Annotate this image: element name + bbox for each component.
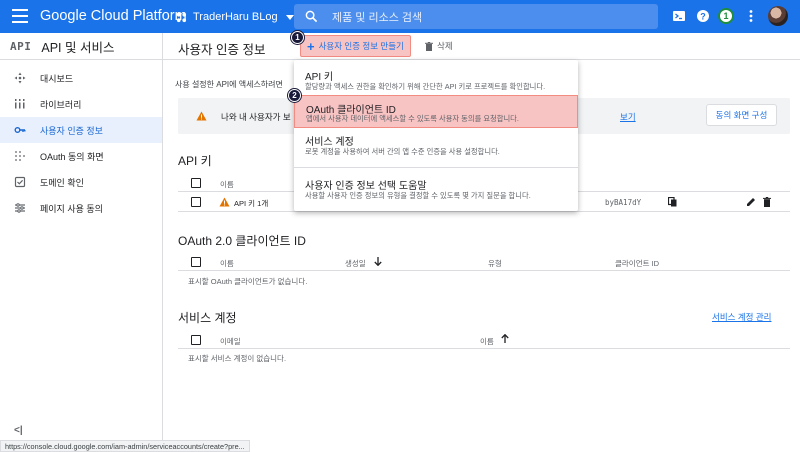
- chevron-down-icon: [285, 14, 294, 20]
- menu-item-api-key[interactable]: API 키 할당량과 액세스 권한을 확인하기 위해 간단한 API 키로 프로…: [294, 60, 578, 95]
- page-usage-icon: [15, 203, 25, 213]
- configure-consent-button[interactable]: 동의 화면 구성: [706, 104, 777, 126]
- row-checkbox[interactable]: [191, 197, 201, 207]
- sidebar-item-domain-verification[interactable]: 도메인 확인: [0, 169, 162, 195]
- menu-item-title: API 키: [305, 72, 334, 83]
- intro-text: 사용 설정한 API에 액세스하려면: [175, 80, 283, 89]
- library-icon: [15, 99, 25, 109]
- cloud-shell-icon[interactable]: [672, 9, 686, 23]
- notice-link[interactable]: 보기: [620, 111, 636, 123]
- create-credentials-menu: API 키 할당량과 액세스 권한을 확인하기 위해 간단한 API 키로 프로…: [294, 60, 578, 211]
- sidebar-title: API 및 서비스: [41, 40, 115, 55]
- project-name: TraderHaru BLog: [193, 11, 278, 23]
- dashboard-icon: [14, 72, 26, 84]
- menu-item-desc: 로봇 계정을 사용하여 서버 간의 앱 수준 인증을 사용 설정합니다.: [305, 147, 500, 156]
- service-accounts-empty-text: 표시할 서비스 계정이 없습니다.: [188, 354, 287, 363]
- domain-check-icon: [14, 176, 26, 188]
- step-marker-2: 2: [288, 89, 301, 102]
- plus-icon: +: [307, 38, 315, 54]
- oauth-empty-text: 표시할 OAuth 클라이언트가 없습니다.: [188, 277, 308, 286]
- create-credentials-button[interactable]: + 사용자 인증 정보 만들기: [300, 35, 411, 57]
- select-all-checkbox[interactable]: [191, 178, 201, 188]
- oauth-consent-icon: [15, 151, 25, 161]
- oauth-table-header: 이름 생성일 유형 클라이언트 ID: [178, 253, 790, 271]
- select-all-checkbox[interactable]: [191, 335, 201, 345]
- brand-title[interactable]: Google Cloud Platform: [40, 8, 187, 24]
- sidebar-item-page-usage[interactable]: 페이지 사용 동의: [0, 195, 162, 221]
- sidebar-item-label: 라이브러리: [40, 99, 82, 110]
- search-placeholder: 제품 및 리소스 검색: [332, 11, 423, 24]
- service-accounts-title: 서비스 계정: [178, 311, 237, 325]
- column-header-created[interactable]: 생성일: [345, 258, 366, 269]
- create-credentials-label: 사용자 인증 정보 만들기: [318, 41, 404, 51]
- sidebar-item-label: 대시보드: [40, 73, 74, 84]
- search-input[interactable]: 제품 및 리소스 검색: [294, 4, 658, 29]
- menu-item-oauth-client-id[interactable]: OAuth 클라이언트 ID 앱에서 사용자 데이터에 액세스할 수 있도록 사…: [294, 95, 578, 128]
- step-marker-1: 1: [291, 31, 304, 44]
- delete-label: 삭제: [437, 41, 453, 51]
- api-key-value: byBA17dY: [605, 198, 642, 207]
- menu-divider: [294, 167, 578, 168]
- select-all-checkbox[interactable]: [191, 257, 201, 267]
- search-icon: [305, 10, 318, 23]
- project-selector[interactable]: TraderHaru BLog: [176, 7, 294, 27]
- menu-item-desc: 사용할 사용자 인증 정보의 유형을 결정할 수 있도록 몇 가지 질문을 합니…: [305, 191, 531, 200]
- project-icon: [176, 12, 187, 22]
- sidebar: API API 및 서비스 대시보드 라이브러리 사용자 인증 정보 OAuth…: [0, 33, 163, 452]
- page-title: 사용자 인증 정보: [178, 43, 266, 57]
- menu-item-desc: 앱에서 사용자 데이터에 액세스할 수 있도록 사용자 동의를 요청합니다.: [306, 114, 519, 123]
- menu-item-title: 사용자 인증 정보 선택 도움말: [305, 181, 427, 192]
- oauth-title: OAuth 2.0 클라이언트 ID: [178, 234, 306, 248]
- menu-item-help-me-choose[interactable]: 사용자 인증 정보 선택 도움말 사용할 사용자 인증 정보의 유형을 결정할 …: [294, 170, 578, 208]
- sidebar-item-label: 사용자 인증 정보: [40, 125, 103, 136]
- sidebar-item-dashboard[interactable]: 대시보드: [0, 65, 162, 91]
- key-icon: [14, 127, 26, 133]
- sidebar-header: API API 및 서비스: [0, 33, 162, 60]
- trash-icon: [425, 41, 433, 51]
- trash-icon[interactable]: [763, 197, 771, 207]
- edit-icon[interactable]: [746, 197, 756, 207]
- column-header-name: 이름: [220, 180, 234, 189]
- notification-badge[interactable]: 1: [718, 8, 734, 24]
- svg-text:?: ?: [700, 12, 706, 22]
- api-keys-title: API 키: [178, 154, 212, 168]
- api-key-name[interactable]: API 키 1개: [234, 198, 268, 209]
- collapse-sidebar-icon[interactable]: <|: [14, 425, 23, 436]
- menu-item-title: 서비스 계정: [305, 137, 354, 148]
- sidebar-item-credentials[interactable]: 사용자 인증 정보: [0, 117, 162, 143]
- arrow-down-icon[interactable]: [374, 257, 382, 266]
- delete-button[interactable]: 삭제: [425, 40, 453, 52]
- column-header-email: 이메일: [220, 337, 241, 346]
- top-app-bar: Google Cloud Platform TraderHaru BLog 제품…: [0, 0, 800, 33]
- menu-item-service-account[interactable]: 서비스 계정 로봇 계정을 사용하여 서버 간의 앱 수준 인증을 사용 설정합…: [294, 129, 578, 163]
- column-header-name: 이름: [220, 259, 234, 268]
- sidebar-item-library[interactable]: 라이브러리: [0, 91, 162, 117]
- sidebar-item-label: OAuth 동의 화면: [40, 151, 104, 162]
- api-logo: API: [10, 39, 32, 53]
- sidebar-item-label: 페이지 사용 동의: [40, 203, 103, 214]
- sidebar-item-label: 도메인 확인: [40, 177, 84, 188]
- manage-service-accounts-link[interactable]: 서비스 계정 관리: [712, 311, 771, 323]
- notice-text: 나와 내 사용자가 보: [221, 112, 291, 122]
- copy-icon[interactable]: [668, 197, 677, 207]
- column-header-type: 유형: [488, 259, 502, 268]
- page-header: 사용자 인증 정보 + 사용자 인증 정보 만들기 삭제: [163, 33, 800, 60]
- help-icon[interactable]: ?: [696, 9, 710, 23]
- service-accounts-table-header: 이메일 이름: [178, 331, 790, 349]
- arrow-up-icon[interactable]: [501, 334, 509, 343]
- avatar[interactable]: [768, 6, 788, 26]
- column-header-client-id: 클라이언트 ID: [615, 259, 660, 268]
- more-vert-icon[interactable]: [744, 9, 758, 23]
- menu-item-desc: 할당량과 액세스 권한을 확인하기 위해 간단한 API 키로 프로젝트를 확인…: [305, 82, 546, 91]
- column-header-service-name[interactable]: 이름: [480, 336, 494, 347]
- menu-icon[interactable]: [12, 9, 28, 23]
- sidebar-item-oauth-consent[interactable]: OAuth 동의 화면: [0, 143, 162, 169]
- status-bar-url: https://console.cloud.google.com/iam-adm…: [0, 440, 250, 452]
- warning-icon: [219, 197, 230, 207]
- warning-icon: [196, 111, 207, 121]
